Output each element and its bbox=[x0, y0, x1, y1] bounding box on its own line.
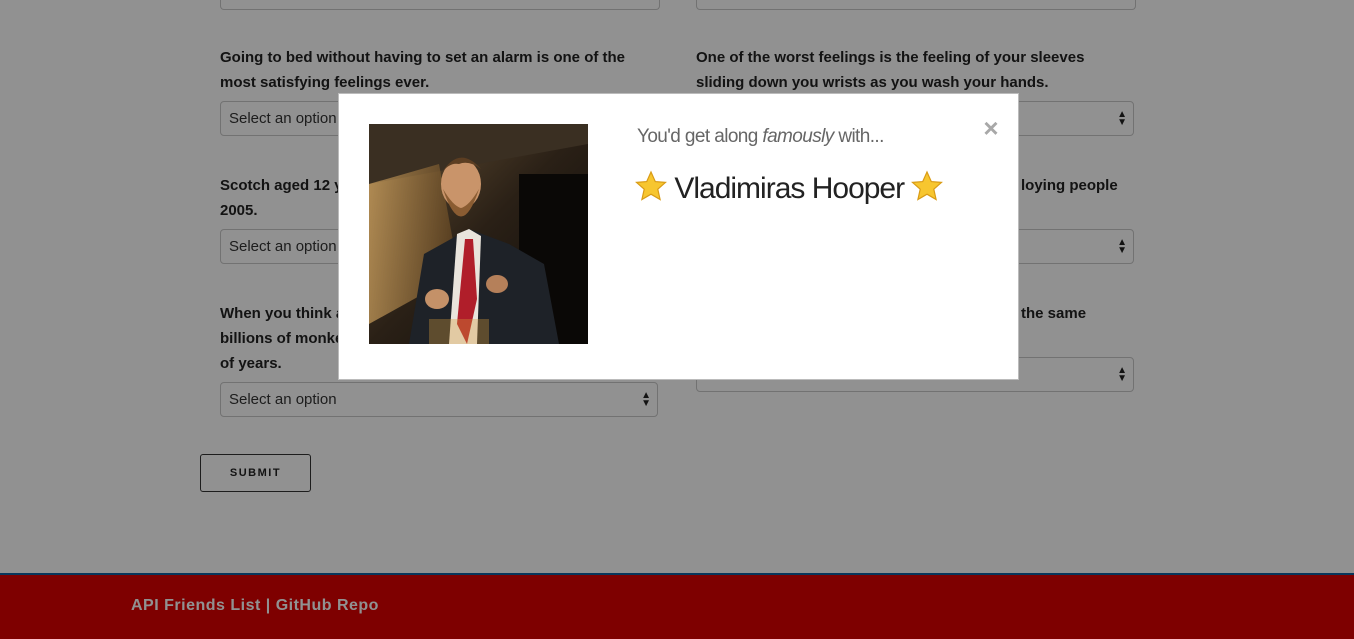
close-icon[interactable]: × bbox=[979, 115, 1003, 141]
star-icon bbox=[911, 170, 944, 210]
match-subtitle: You'd get along famously with... bbox=[637, 126, 884, 147]
star-icon bbox=[635, 170, 667, 210]
match-avatar-photo bbox=[369, 124, 588, 344]
match-modal: You'd get along famously with... Vladimi… bbox=[338, 93, 1019, 380]
match-name: Vladimiras Hooper bbox=[635, 170, 944, 210]
match-name-text: Vladimiras Hooper bbox=[674, 172, 905, 205]
